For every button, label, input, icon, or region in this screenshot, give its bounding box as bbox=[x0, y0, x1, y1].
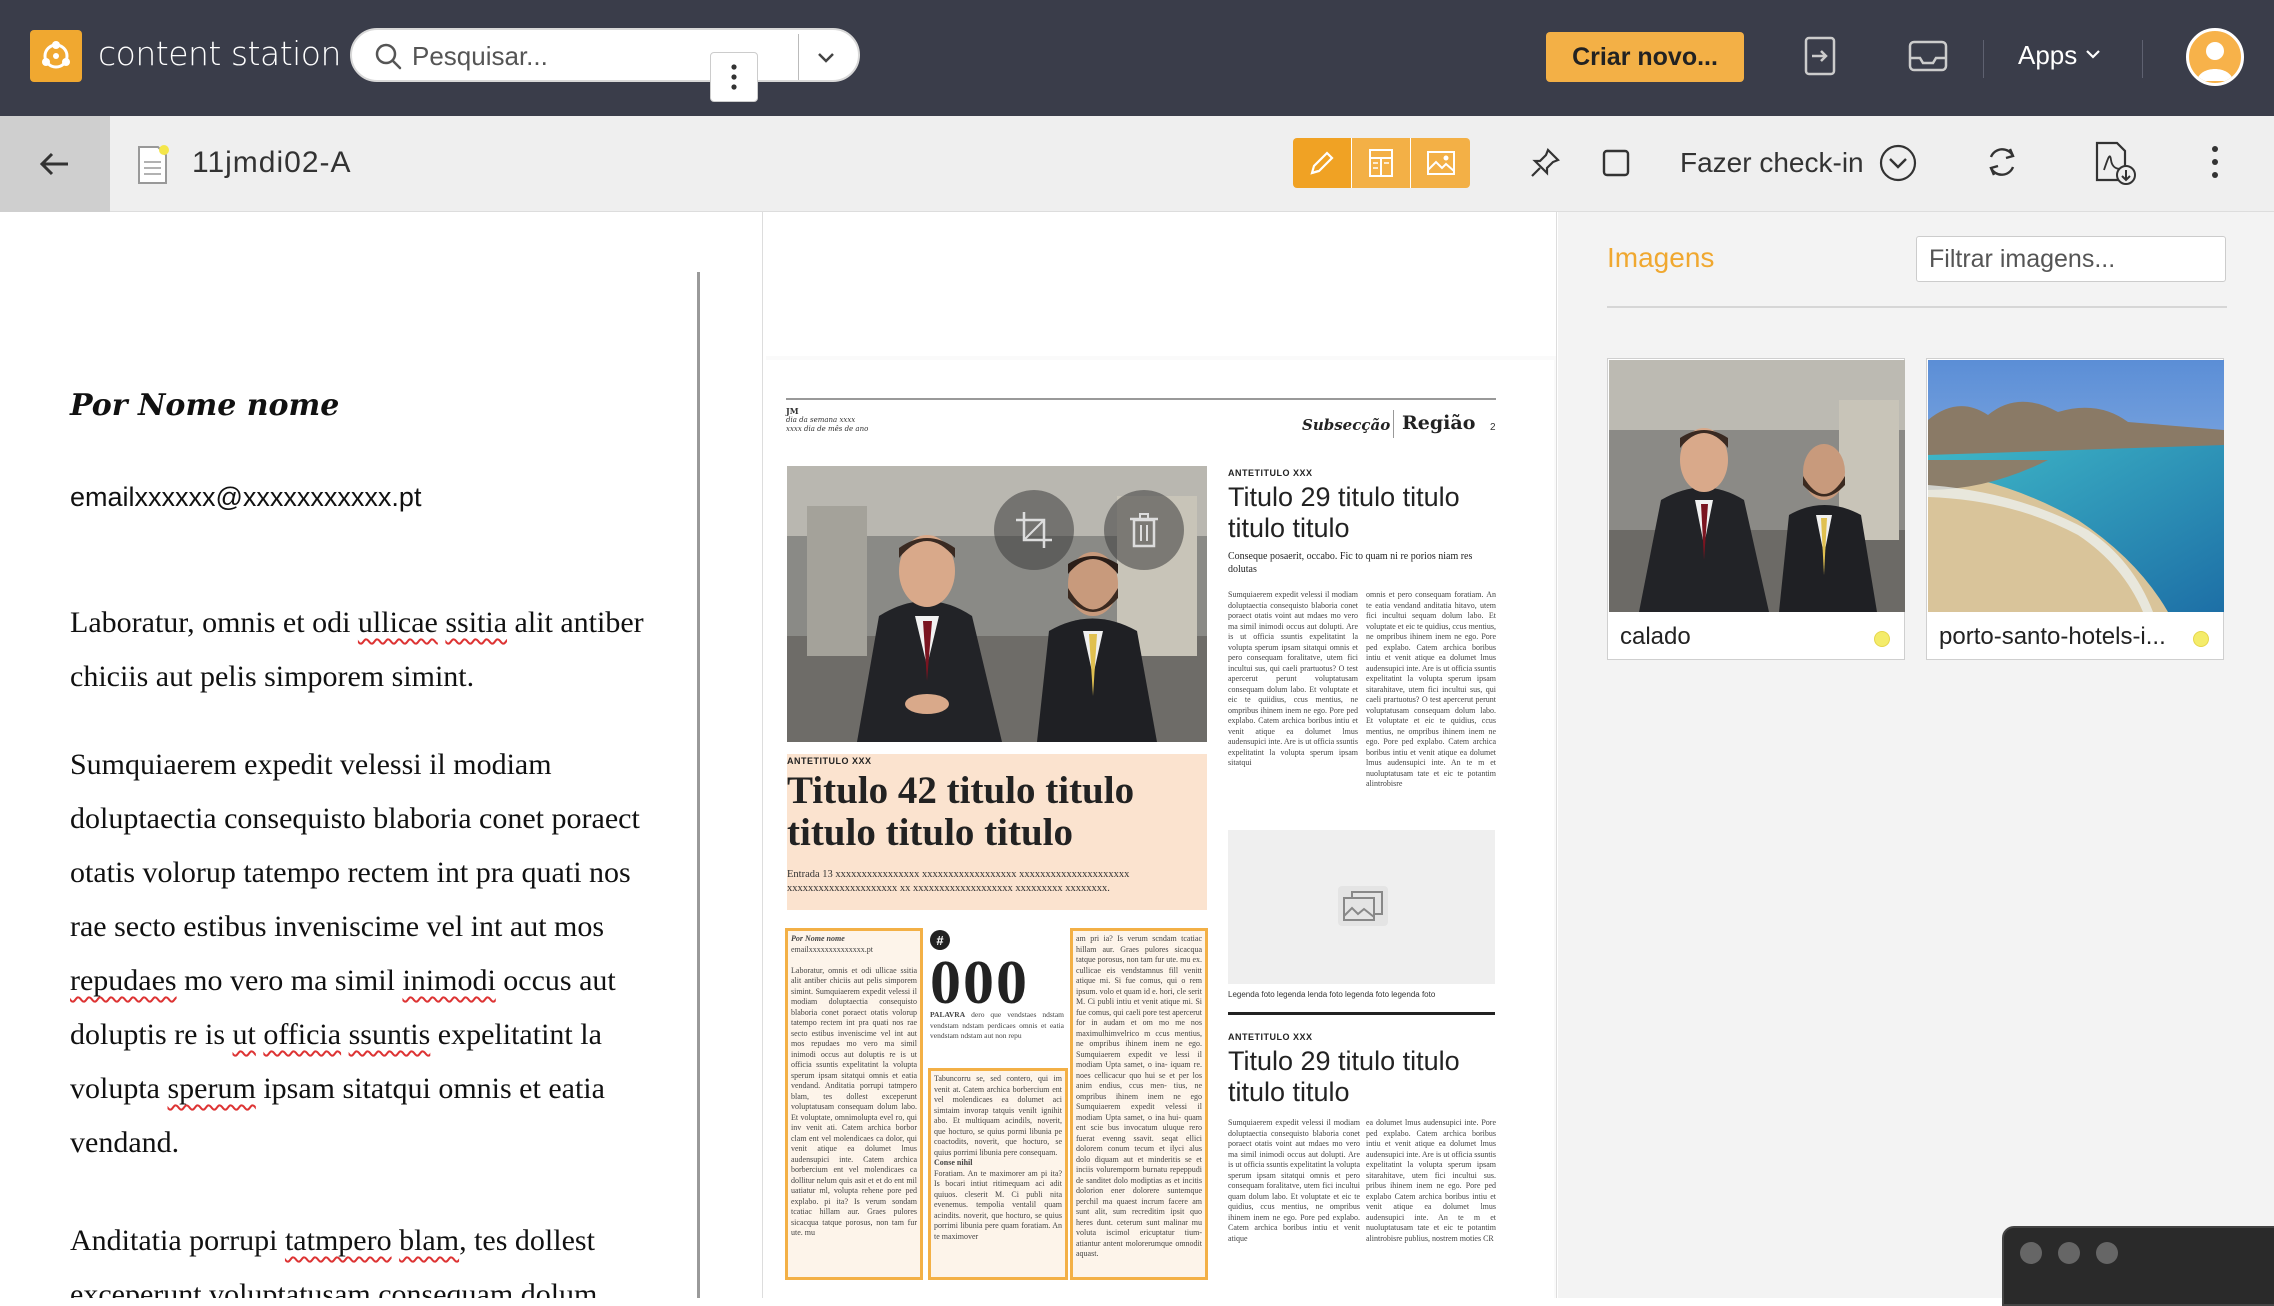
column-byline: Por Nome nome bbox=[791, 934, 845, 943]
status-badge bbox=[2193, 631, 2209, 647]
image-icon bbox=[1426, 151, 1455, 175]
app-title: content station bbox=[98, 34, 341, 73]
chevron-down-icon[interactable] bbox=[814, 45, 838, 74]
section-rule bbox=[1228, 1012, 1495, 1015]
layout-icon bbox=[1369, 149, 1393, 177]
editor-menu-button[interactable] bbox=[710, 52, 758, 102]
email-line[interactable]: emailxxxxxx@xxxxxxxxxxx.pt bbox=[70, 482, 421, 513]
content-station-logo-icon[interactable] bbox=[30, 30, 82, 82]
byline-column[interactable]: Por Nome nome emailxxxxxxxxxxxxxx.pt Labor… bbox=[785, 928, 923, 1280]
document-status-icon bbox=[136, 144, 170, 191]
crop-button[interactable] bbox=[994, 490, 1074, 570]
square-icon[interactable] bbox=[1600, 146, 1632, 185]
page-number: 2 bbox=[1490, 422, 1496, 433]
bottom-column-1[interactable]: Sumquiaerem expedit velessi il modiam do… bbox=[1228, 1118, 1360, 1278]
document-name: 11jmdi02-A bbox=[192, 146, 352, 179]
page-section: Subsecção bbox=[1302, 416, 1391, 434]
side-column-2[interactable]: omnis et pero consequam foratiam. An te … bbox=[1366, 590, 1496, 812]
page-region: Região bbox=[1402, 412, 1476, 434]
right-column[interactable]: am pri ia? Is verum scndam tcatiac hilla… bbox=[1070, 928, 1208, 1280]
main-headline[interactable]: Titulo 42 titulo titulo titulo titulo ti… bbox=[787, 770, 1207, 854]
main-lead[interactable]: Entrada 13 xxxxxxxxxxxxxxxx xxxxxxxxxxxx… bbox=[787, 868, 1207, 896]
panel-divider bbox=[1607, 306, 2227, 308]
inbox-icon[interactable] bbox=[1906, 34, 1950, 83]
arrow-left-icon bbox=[39, 152, 68, 176]
image-thumbnail-label: porto-santo-hotels-i... bbox=[1939, 623, 2166, 650]
bottom-kicker: ANTETITULO XXX bbox=[1228, 1032, 1313, 1042]
editor-scrollbar[interactable] bbox=[697, 272, 700, 1298]
middle-column[interactable]: Tabuncorru se, sed contero, qui im venit… bbox=[928, 1068, 1068, 1280]
trash-icon bbox=[1130, 513, 1158, 548]
search-box[interactable] bbox=[350, 28, 860, 82]
side-headline[interactable]: Titulo 29 titulo titulo titulo titulo bbox=[1228, 482, 1498, 544]
toolbar-separator bbox=[2142, 40, 2143, 78]
side-column-1[interactable]: Sumquiaerem expedit velessi il modiam do… bbox=[1228, 590, 1358, 812]
box-text[interactable]: PALAVRA dero que vendstaes ndstam vendst… bbox=[930, 1010, 1064, 1060]
image-placeholder[interactable] bbox=[1228, 830, 1495, 984]
photo-credit bbox=[1176, 640, 1182, 732]
image-mode-button[interactable] bbox=[1411, 138, 1470, 188]
image-thumbnail[interactable]: calado bbox=[1607, 358, 1905, 660]
main-kicker: ANTETITULO XXX bbox=[787, 756, 872, 766]
document-toolbar: 11jmdi02-A Fazer check-in bbox=[0, 116, 2274, 212]
box-number[interactable]: 000 bbox=[930, 948, 1029, 1019]
search-input[interactable] bbox=[412, 40, 742, 72]
image-filter-input[interactable] bbox=[1916, 236, 2226, 282]
masthead-date: dia da semana xxxx bbox=[786, 416, 856, 424]
edit-mode-button[interactable] bbox=[1293, 138, 1352, 188]
status-badge bbox=[1874, 631, 1890, 647]
side-kicker: ANTETITULO XXX bbox=[1228, 468, 1313, 478]
pin-icon[interactable] bbox=[1528, 146, 1562, 185]
byline[interactable]: Por Nome nome bbox=[70, 388, 339, 423]
masthead-date-2: xxxx dia de mês de ano bbox=[786, 425, 869, 433]
page-top-rule bbox=[786, 398, 1496, 400]
pdf-download-icon[interactable] bbox=[2092, 140, 2138, 191]
toolbar-separator bbox=[1983, 40, 1984, 78]
pencil-icon bbox=[1310, 151, 1334, 175]
crop-icon bbox=[1016, 512, 1052, 548]
image-thumbnail[interactable]: porto-santo-hotels-i... bbox=[1926, 358, 2224, 660]
create-new-button[interactable]: Criar novo... bbox=[1546, 32, 1744, 82]
floating-window[interactable] bbox=[2002, 1226, 2274, 1306]
bottom-headline[interactable]: Titulo 29 titulo titulo titulo titulo bbox=[1228, 1046, 1498, 1108]
box-word: PALAVRA bbox=[930, 1010, 966, 1019]
apps-menu[interactable]: Apps bbox=[2018, 40, 2103, 71]
photo-caption[interactable]: Legenda foto legenda lenda foto legenda … bbox=[1228, 990, 1435, 999]
layout-mode-button[interactable] bbox=[1352, 138, 1411, 188]
checkin-button[interactable]: Fazer check-in bbox=[1680, 147, 1864, 179]
chevron-down-icon bbox=[2083, 40, 2103, 71]
apps-label: Apps bbox=[2018, 40, 2078, 70]
section-divider bbox=[1393, 410, 1394, 438]
image-thumbnail-photo bbox=[1928, 360, 2224, 612]
body-paragraph-2[interactable]: Sumquiaerem expedit velessi il modiam do… bbox=[70, 738, 670, 1170]
images-panel-title[interactable]: Imagens bbox=[1607, 242, 1714, 274]
top-bar: content station Criar novo... Apps bbox=[0, 0, 2274, 116]
window-maximize-button[interactable] bbox=[2096, 1242, 2118, 1264]
view-mode-group bbox=[1293, 138, 1470, 188]
window-close-button[interactable] bbox=[2020, 1242, 2042, 1264]
delete-image-button[interactable] bbox=[1104, 490, 1184, 570]
more-vertical-icon bbox=[731, 64, 737, 90]
search-divider bbox=[798, 34, 799, 80]
text-editor[interactable]: Por Nome nome emailxxxxxx@xxxxxxxxxxx.pt… bbox=[0, 212, 700, 1298]
refresh-icon[interactable] bbox=[1982, 142, 2022, 187]
box-hash: # bbox=[930, 930, 950, 950]
image-thumbnail-label: calado bbox=[1620, 623, 1691, 650]
side-subhead[interactable]: Conseque posaerit, occabo. Fic to quam n… bbox=[1228, 550, 1498, 576]
back-button[interactable] bbox=[0, 116, 110, 212]
body-paragraph-3[interactable]: Anditatia porrupi tatmpero blam, tes dol… bbox=[70, 1214, 670, 1298]
image-thumbnail-photo bbox=[1609, 360, 1905, 612]
avatar[interactable] bbox=[2186, 28, 2244, 86]
export-icon[interactable] bbox=[1802, 34, 1838, 83]
masthead-logo: JM bbox=[786, 406, 799, 416]
bottom-column-2[interactable]: ea dolumet lmus audensupici inte. Pore p… bbox=[1366, 1118, 1496, 1278]
search-icon bbox=[374, 42, 402, 75]
window-minimize-button[interactable] bbox=[2058, 1242, 2080, 1264]
image-icon bbox=[1338, 886, 1388, 926]
chevron-down-icon[interactable] bbox=[1878, 143, 1918, 188]
body-paragraph-1[interactable]: Laboratur, omnis et odi ullicae ssitia a… bbox=[70, 596, 670, 704]
more-vertical-icon[interactable] bbox=[2210, 144, 2220, 185]
